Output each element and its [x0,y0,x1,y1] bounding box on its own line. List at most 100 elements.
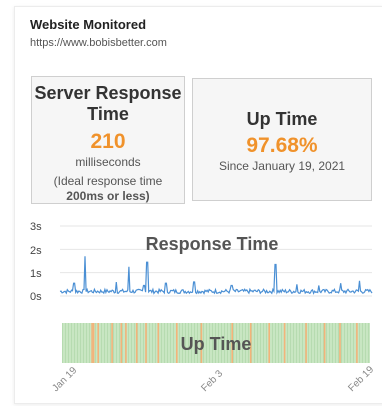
uptime-stripe [350,323,351,363]
uptime-stripe [131,323,132,363]
uptime-stripe [281,323,282,363]
uptime-stripe [152,323,153,363]
outage-mark [305,323,307,363]
outage-mark [157,323,160,363]
uptime-stripe [275,323,276,363]
website-url: https://www.bobisbetter.com [30,37,167,49]
uptime-stripe [359,323,360,363]
uptime-stripe [326,323,327,363]
uptime-stripe [257,323,258,363]
outage-mark [125,323,127,363]
uptime-stripe [71,323,72,363]
uptime-stripe [149,323,150,363]
uptime-stripe [254,323,255,363]
uptime-since: Since January 19, 2021 [218,159,346,173]
uptime-stripe [128,323,129,363]
uptime-stripe [368,323,369,363]
server-response-unit: milliseconds [75,155,141,169]
x-tick-feb-3: Feb 3 [199,368,225,394]
uptime-stripe [83,323,84,363]
response-time-y-ticks: 3s 2s 1s 0s [30,221,42,303]
outage-mark [111,323,113,363]
y-tick-2s: 2s [30,245,42,257]
x-tick-jan-19: Jan 19 [50,365,79,394]
uptime-stripe [332,323,333,363]
uptime-stripe [302,323,303,363]
response-time-chart-title: Response Time [146,234,279,254]
uptime-stripe [329,323,330,363]
uptime-box: Up Time 97.68% Since January 19, 2021 [192,78,372,201]
uptime-stripe [308,323,309,363]
outage-mark [283,323,286,363]
uptime-stripe [170,323,171,363]
uptime-title: Up Time [246,109,318,129]
server-response-title: Server Response Time [32,83,184,125]
outage-mark [91,323,93,363]
uptime-stripe [260,323,261,363]
uptime-stripe [104,323,105,363]
uptime-stripe [353,323,354,363]
x-axis-labels: Jan 19 Feb 3 Feb 19 [50,364,376,394]
uptime-value: 97.68% [246,134,318,157]
response-time-series-line [59,256,373,295]
uptime-stripe [290,323,291,363]
uptime-stripe [107,323,108,363]
outage-mark [92,323,95,363]
x-tick-feb-19: Feb 19 [346,364,376,394]
outage-mark [356,323,358,363]
uptime-chart-title: Up Time [181,334,252,354]
uptime-stripe [110,323,111,363]
outage-mark [135,323,138,363]
uptime-stripe [341,323,342,363]
uptime-stripe [296,323,297,363]
uptime-stripe [101,323,102,363]
uptime-stripe [344,323,345,363]
uptime-stripe [122,323,123,363]
ideal-response-line2: 200ms or less) [66,189,150,203]
outage-mark [339,323,341,363]
uptime-stripe [293,323,294,363]
y-tick-1s: 1s [30,268,42,280]
y-tick-3s: 3s [30,221,42,233]
uptime-stripe [365,323,366,363]
uptime-stripe [86,323,87,363]
uptime-stripe [140,323,141,363]
outage-mark [120,323,123,363]
uptime-stripe [95,323,96,363]
uptime-stripe [311,323,312,363]
uptime-stripe [62,323,63,363]
uptime-stripe [314,323,315,363]
server-response-title-line1: Server Response [34,83,182,103]
uptime-stripe [164,323,165,363]
uptime-stripe [74,323,75,363]
uptime-stripe [119,323,120,363]
uptime-stripe [167,323,168,363]
uptime-stripe [278,323,279,363]
uptime-stripe [299,323,300,363]
uptime-stripe [338,323,339,363]
uptime-stripe [317,323,318,363]
uptime-stripe [113,323,114,363]
y-tick-0s: 0s [30,291,42,303]
uptime-stripe [134,323,135,363]
uptime-stripe [89,323,90,363]
server-response-title-line2: Time [87,104,129,124]
outage-mark [268,323,270,363]
uptime-stripe [65,323,66,363]
server-response-box: Server Response Time 210 milliseconds (I… [31,76,185,204]
uptime-stripe [173,323,174,363]
uptime-stripe [287,323,288,363]
uptime-stripe [80,323,81,363]
uptime-chart: Up Time [62,323,370,363]
outage-mark [97,323,99,363]
uptime-stripe [77,323,78,363]
uptime-stripe [272,323,273,363]
uptime-stripe [143,323,144,363]
uptime-stripe [161,323,162,363]
uptime-stripe [155,323,156,363]
uptime-stripe [68,323,69,363]
uptime-stripe [263,323,264,363]
ideal-response-line1: (Ideal response time [53,174,163,188]
response-time-chart: 3s 2s 1s 0s Response Time [30,221,373,303]
website-heading: Website Monitored [30,17,147,32]
